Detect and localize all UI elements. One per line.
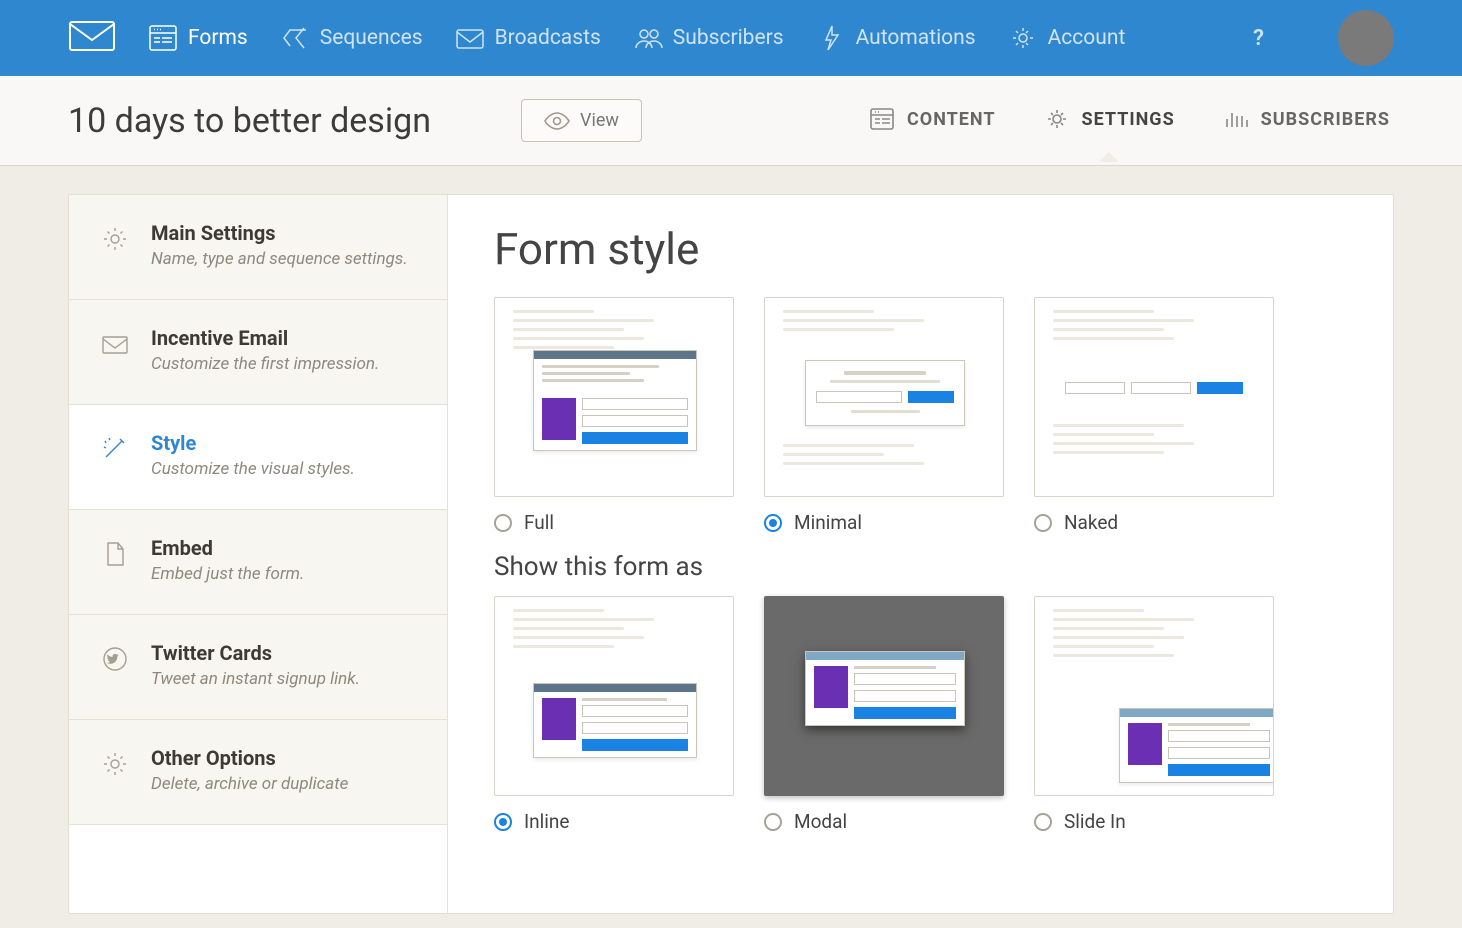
sidebar-title: Other Options (151, 746, 419, 770)
gear-icon (100, 750, 130, 794)
tab-label: CONTENT (907, 109, 996, 130)
radio-icon (494, 514, 512, 532)
tab-label: SUBSCRIBERS (1261, 109, 1390, 130)
display-card-modal[interactable] (764, 596, 1004, 796)
nav-label: Broadcasts (495, 26, 601, 50)
nav-forms[interactable]: Forms (148, 24, 248, 52)
sidebar-desc: Tweet an instant signup link. (151, 669, 419, 689)
radio-full[interactable]: Full (494, 511, 734, 534)
sidebar-desc: Embed just the form. (151, 564, 419, 584)
sidebar-title: Embed (151, 536, 419, 560)
sidebar-item-style[interactable]: Style Customize the visual styles. (69, 405, 447, 510)
radio-label: Full (524, 511, 554, 534)
sidebar-desc: Customize the visual styles. (151, 459, 419, 479)
sidebar-item-main-settings[interactable]: Main Settings Name, type and sequence se… (69, 195, 447, 300)
radio-icon (1034, 813, 1052, 831)
nav-label: Sequences (320, 26, 423, 50)
radio-minimal[interactable]: Minimal (764, 511, 1004, 534)
sidebar-desc: Delete, archive or duplicate (151, 774, 419, 794)
radio-slide-in[interactable]: Slide In (1034, 810, 1274, 833)
tab-label: SETTINGS (1082, 109, 1175, 130)
display-heading: Show this form as (494, 552, 1347, 582)
radio-label: Slide In (1064, 810, 1126, 833)
sidebar-title: Main Settings (151, 221, 419, 245)
nav-label: Account (1048, 26, 1126, 50)
sidebar-title: Style (151, 431, 419, 455)
tab-content[interactable]: CONTENT (865, 77, 1000, 164)
radio-naked[interactable]: Naked (1034, 511, 1274, 534)
nav-label: Subscribers (673, 26, 784, 50)
sidebar-item-incentive-email[interactable]: Incentive Email Customize the first impr… (69, 300, 447, 405)
nav-label: Automations (856, 26, 976, 50)
help-button[interactable]: ? (1241, 22, 1276, 55)
display-options-row: Inline (494, 596, 1347, 833)
sidebar-desc: Customize the first impression. (151, 354, 419, 374)
nav-account[interactable]: Account (1008, 24, 1126, 52)
main-heading: Form style (494, 223, 1347, 275)
nav-automations[interactable]: Automations (816, 24, 976, 52)
sidebar-desc: Name, type and sequence settings. (151, 249, 419, 269)
radio-icon (764, 514, 782, 532)
subheader: 10 days to better design View CONTENT SE… (0, 76, 1462, 166)
tab-settings[interactable]: SETTINGS (1040, 77, 1179, 164)
main-panel: Form style (447, 195, 1393, 913)
style-card-full[interactable] (494, 297, 734, 497)
sidebar-item-twitter-cards[interactable]: Twitter Cards Tweet an instant signup li… (69, 615, 447, 720)
display-card-slide-in[interactable] (1034, 596, 1274, 796)
style-card-minimal[interactable] (764, 297, 1004, 497)
radio-icon (1034, 514, 1052, 532)
sidebar-item-other-options[interactable]: Other Options Delete, archive or duplica… (69, 720, 447, 825)
nav-sequences[interactable]: Sequences (280, 24, 423, 52)
view-button[interactable]: View (521, 99, 642, 142)
style-options-row: Full (494, 297, 1347, 534)
document-icon (100, 540, 130, 584)
envelope-icon (100, 330, 130, 374)
sidebar-title: Twitter Cards (151, 641, 419, 665)
settings-container: Main Settings Name, type and sequence se… (68, 194, 1394, 914)
nav-broadcasts[interactable]: Broadcasts (455, 24, 601, 52)
nav-subscribers[interactable]: Subscribers (633, 24, 784, 52)
radio-label: Naked (1064, 511, 1118, 534)
radio-modal[interactable]: Modal (764, 810, 1004, 833)
display-card-inline[interactable] (494, 596, 734, 796)
gear-icon (100, 225, 130, 269)
style-card-naked[interactable] (1034, 297, 1274, 497)
top-nav: Forms Sequences Broadcasts Subscribers A… (0, 0, 1462, 76)
radio-label: Inline (524, 810, 569, 833)
radio-inline[interactable]: Inline (494, 810, 734, 833)
radio-label: Modal (794, 810, 847, 833)
sidebar-item-embed[interactable]: Embed Embed just the form. (69, 510, 447, 615)
radio-icon (494, 813, 512, 831)
twitter-icon (100, 645, 130, 689)
wand-icon (100, 435, 130, 479)
settings-sidebar: Main Settings Name, type and sequence se… (69, 195, 447, 913)
nav-label: Forms (188, 26, 248, 50)
radio-label: Minimal (794, 511, 862, 534)
view-label: View (580, 110, 619, 131)
logo-envelope-icon[interactable] (68, 18, 116, 58)
avatar[interactable] (1338, 10, 1394, 66)
sidebar-title: Incentive Email (151, 326, 419, 350)
tab-subscribers[interactable]: SUBSCRIBERS (1219, 77, 1394, 164)
radio-icon (764, 813, 782, 831)
page-title: 10 days to better design (68, 101, 431, 141)
